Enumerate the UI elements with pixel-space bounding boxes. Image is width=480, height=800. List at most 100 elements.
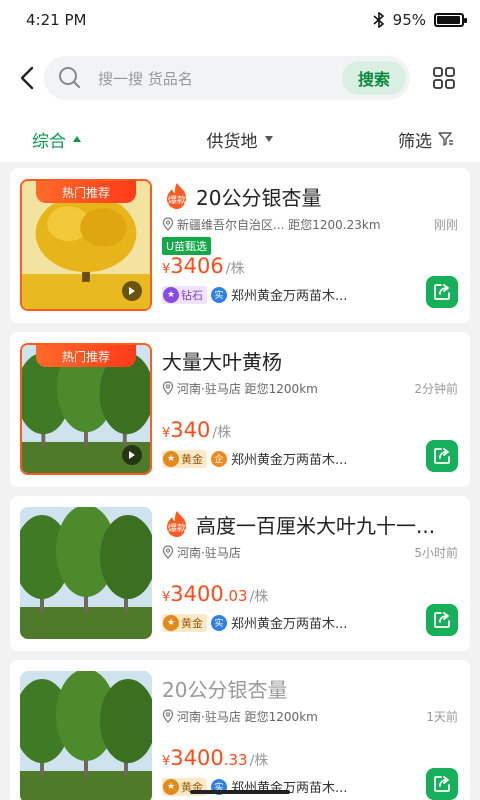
share-icon [434,612,450,628]
filter-screen[interactable]: 筛选 [398,127,454,152]
seller-name: 郑州黄金万两苗木... [231,289,348,304]
price-integer: 3400 [170,746,224,770]
tree-photo [20,507,152,639]
search-button[interactable]: 搜索 [341,61,406,95]
status-time: 4:21 PM [26,11,87,29]
hot-recommend-tag: 热门推荐 [36,181,136,203]
product-title[interactable]: 20公分银杏量 [196,182,321,211]
search-input[interactable]: 搜一搜 货品名 [98,68,342,89]
location-text: 新疆维吾尔自治区... [177,217,285,232]
price: ¥3400.33/株 [162,746,268,770]
triangle-up-icon [73,136,81,142]
product-info: 爆款 高度一百厘米大叶九十一... 河南·驻马店 5小时前 ¥3400.03/株… [152,507,458,640]
price-integer: 3400 [170,582,224,606]
hot-sale-badge: 爆款 [162,509,192,539]
seller-level-badge: ★ 黄金 [162,613,207,632]
product-image[interactable] [20,507,152,639]
location-row: 河南·驻马店 距您1200km 1天前 [162,707,458,725]
level-label: 钻石 [181,288,203,302]
seller-row[interactable]: ★ 黄金 实 郑州黄金万两苗木... [162,613,408,632]
share-button[interactable] [426,604,458,636]
price-unit: /株 [212,425,232,441]
share-icon [434,776,450,792]
status-icons: 95% [373,11,467,29]
seller-name: 郑州黄金万两苗木... [231,617,348,632]
search-box[interactable]: 搜一搜 货品名 搜索 [44,56,410,100]
play-icon[interactable] [122,445,142,465]
battery-percent: 95% [392,11,426,29]
seller-row[interactable]: ★ 黄金 企 郑州黄金万两苗木... [162,449,408,468]
location-row: 河南·驻马店 5小时前 [162,543,458,561]
product-image[interactable] [20,671,152,800]
level-label: 黄金 [181,452,203,466]
price-currency: ¥ [162,754,171,769]
back-button[interactable] [14,58,40,98]
certification-icon: 实 [211,286,227,303]
product-title[interactable]: 大量大叶黄杨 [162,346,282,375]
certification-icon: 实 [211,614,227,631]
product-info: 20公分银杏量 河南·驻马店 距您1200km 1天前 ¥3400.33/株 ★… [152,671,458,800]
hot-recommend-tag: 热门推荐 [36,345,136,367]
certification-icon: 企 [211,450,227,467]
product-title[interactable]: 20公分银杏量 [162,674,287,703]
share-button[interactable] [426,768,458,800]
distance-text: 距您1200.23km [288,217,381,232]
product-title[interactable]: 高度一百厘米大叶九十一... [196,510,435,539]
svg-text:爆款: 爆款 [168,194,186,206]
filter-sort-comprehensive[interactable]: 综合 [32,127,82,152]
distance-text: 距您1200km [244,381,318,396]
level-icon: ★ [163,450,179,467]
product-card[interactable]: 热门推荐 大量大叶黄杨 河南·驻马店 距您1200km 2分钟前 ¥340/株 … [10,332,470,487]
price-currency: ¥ [162,590,171,605]
post-time: 2分钟前 [414,381,458,396]
distance-text: 距您1200km [244,709,318,724]
location-pin-icon [162,381,174,395]
price: ¥3406/株 [162,254,244,278]
price-decimal: .03 [223,587,248,605]
filter-supply-location[interactable]: 供货地 [207,127,274,152]
search-icon [56,64,84,92]
post-time: 刚刚 [433,217,458,232]
product-card[interactable]: 20公分银杏量 河南·驻马店 距您1200km 1天前 ¥3400.33/株 ★… [10,660,470,800]
product-image[interactable]: 热门推荐 [20,179,152,311]
filter-icon [438,132,453,146]
price-integer: 340 [170,418,211,442]
share-icon [434,448,450,464]
location-text: 河南·驻马店 [177,545,241,560]
product-card[interactable]: 热门推荐 爆款 20公分银杏量 新疆维吾尔自治区... 距您1200.23km … [10,168,470,323]
share-icon [434,284,450,300]
home-indicator [190,790,290,794]
grid-view-button[interactable] [422,56,466,100]
seller-level-badge: ★ 黄金 [162,449,207,468]
location-row: 河南·驻马店 距您1200km 2分钟前 [162,379,458,397]
filter-label: 供货地 [206,131,258,152]
price: ¥3400.03/株 [162,582,268,606]
status-bar: 4:21 PM 95% [0,0,480,40]
price-currency: ¥ [162,262,171,277]
level-icon: ★ [163,286,179,303]
filter-label: 筛选 [398,131,432,152]
grid-icon [433,67,455,89]
seller-name: 郑州黄金万两苗木... [231,453,348,468]
u-select-tag: U苗甄选 [162,237,212,255]
product-list: 热门推荐 爆款 20公分银杏量 新疆维吾尔自治区... 距您1200.23km … [0,162,480,800]
svg-text:爆款: 爆款 [168,522,186,534]
product-info: 大量大叶黄杨 河南·驻马店 距您1200km 2分钟前 ¥340/株 ★ 黄金 企… [152,343,458,476]
bluetooth-icon [373,12,384,28]
filter-bar: 综合 供货地 筛选 [0,116,480,162]
location-text: 河南·驻马店 [177,381,241,396]
price-unit: /株 [249,753,269,769]
share-button[interactable] [426,440,458,472]
play-icon[interactable] [122,281,142,301]
share-button[interactable] [426,276,458,308]
price-decimal: .33 [223,751,248,769]
seller-row[interactable]: ★ 钻石 实 郑州黄金万两苗木... [162,285,408,304]
tree-photo [20,671,152,800]
product-card[interactable]: 爆款 高度一百厘米大叶九十一... 河南·驻马店 5小时前 ¥3400.03/株… [10,496,470,651]
product-image[interactable]: 热门推荐 [20,343,152,475]
location-row: 新疆维吾尔自治区... 距您1200.23km 刚刚 [162,215,458,233]
location-pin-icon [162,545,174,559]
header: 搜一搜 货品名 搜索 [0,40,480,116]
level-icon: ★ [163,614,179,631]
level-icon: ★ [163,778,179,795]
